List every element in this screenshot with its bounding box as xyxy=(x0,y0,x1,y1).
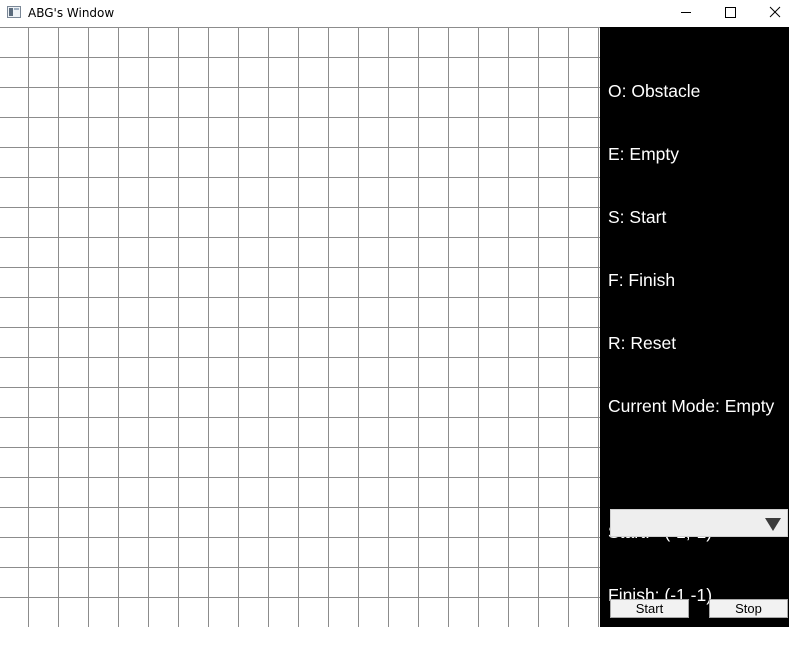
legend-obstacle: O: Obstacle xyxy=(608,81,701,101)
dropdown-arrow-icon[interactable] xyxy=(765,518,781,531)
maximize-button[interactable] xyxy=(708,0,754,26)
algorithm-dropdown[interactable] xyxy=(610,509,788,537)
legend-finish: F: Finish xyxy=(608,270,676,290)
app-window-icon xyxy=(7,6,21,18)
close-button[interactable] xyxy=(753,0,789,26)
maximize-icon xyxy=(725,7,736,18)
legend-start: S: Start xyxy=(608,207,667,227)
legend-empty: E: Empty xyxy=(608,144,679,164)
title-bar: ABG's Window xyxy=(0,0,789,26)
info-text: O: Obstacle E: Empty S: Start F: Finish … xyxy=(608,39,774,648)
legend-reset: R: Reset xyxy=(608,333,677,353)
side-panel: O: Obstacle E: Empty S: Start F: Finish … xyxy=(600,27,789,627)
window-title: ABG's Window xyxy=(28,6,115,20)
minimize-icon xyxy=(681,12,691,13)
current-mode-label: Current Mode: Empty xyxy=(608,396,775,416)
pathfinding-grid[interactable] xyxy=(0,27,600,627)
stop-button[interactable]: Stop xyxy=(709,599,788,618)
minimize-button[interactable] xyxy=(663,0,709,26)
close-icon xyxy=(769,6,781,18)
start-button[interactable]: Start xyxy=(610,599,689,618)
